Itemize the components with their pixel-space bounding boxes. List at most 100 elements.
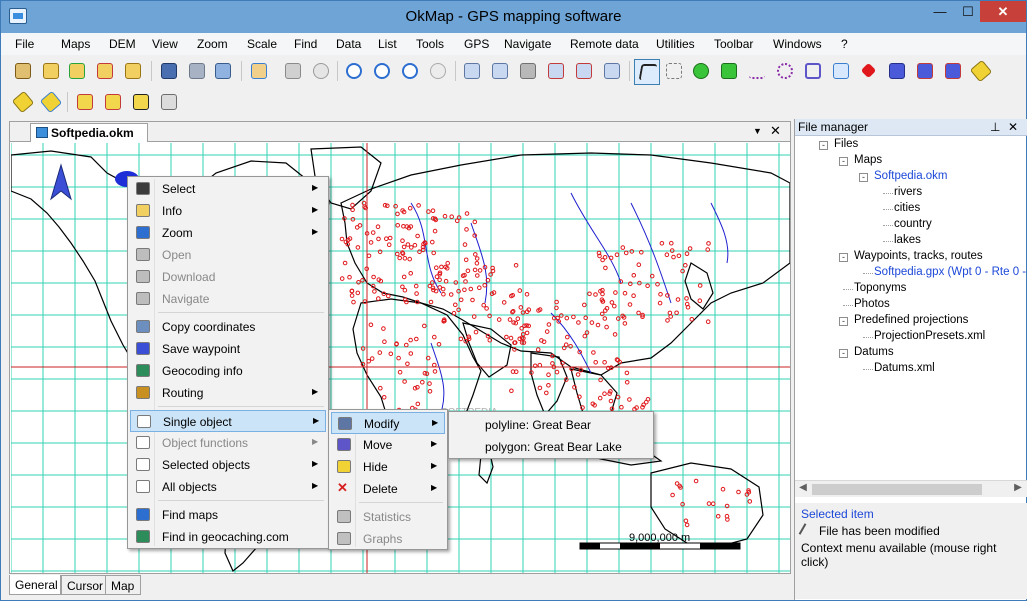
menu-gps[interactable]: GPS — [464, 37, 489, 51]
save-gps-icon[interactable] — [187, 61, 207, 81]
tree-expander-icon[interactable]: - — [839, 253, 848, 262]
menu-item-geocoding-info[interactable]: Geocoding info — [130, 360, 326, 382]
polyline-icon[interactable] — [747, 61, 767, 81]
document-close-icon[interactable]: ✕ — [770, 123, 781, 139]
save-icon[interactable] — [159, 61, 179, 81]
menu-item-move[interactable]: Move ▶ — [331, 434, 445, 456]
modify-item-polygon[interactable]: polygon: Great Bear Lake — [451, 436, 649, 458]
menu-view[interactable]: View — [152, 37, 178, 51]
menu-item-modify[interactable]: Modify ▶ — [331, 412, 445, 434]
zoom-in-icon[interactable] — [344, 61, 364, 81]
gps-send-icon[interactable] — [75, 92, 95, 112]
menu-find[interactable]: Find — [294, 37, 317, 51]
tree-expander-icon[interactable]: - — [839, 157, 848, 166]
tree-node[interactable]: Softpedia.gpx (Wpt 0 - Rte 0 - Trk — [874, 266, 1027, 282]
menu-remote-data[interactable]: Remote data — [570, 37, 639, 51]
menu-file[interactable]: File — [15, 37, 34, 51]
menu-item-object-functions[interactable]: Object functions ▶ — [130, 432, 326, 454]
menu-item-save-waypoint[interactable]: Save waypoint — [130, 338, 326, 360]
tab-map[interactable]: Map — [105, 575, 141, 595]
menu-item-single-object[interactable]: Single object ▶ — [130, 410, 326, 432]
menu-item-delete[interactable]: ✕ Delete ▶ — [331, 478, 445, 500]
menu-item-find-in-geocaching-com[interactable]: Find in geocaching.com — [130, 526, 326, 548]
scroll-left-icon[interactable]: ◀ — [796, 482, 810, 493]
menu-maps[interactable]: Maps — [61, 37, 90, 51]
tree-node[interactable]: country — [894, 218, 932, 234]
gps-receive-icon[interactable] — [103, 92, 123, 112]
tree-node[interactable]: Predefined projections — [854, 314, 968, 330]
tree-node[interactable]: cities — [894, 202, 920, 218]
waypoint-diamond-icon[interactable] — [859, 61, 879, 81]
find-icon[interactable] — [13, 61, 33, 81]
grid-icon[interactable] — [490, 61, 510, 81]
tree-node[interactable]: Toponyms — [854, 282, 906, 298]
minimize-button[interactable]: — — [926, 1, 954, 22]
menu-item-all-objects[interactable]: All objects ▶ — [130, 476, 326, 498]
zoom-1-1-icon[interactable] — [428, 61, 448, 81]
measure-icon[interactable] — [11, 90, 35, 114]
tab-general[interactable]: General — [9, 575, 61, 595]
modify-item-polyline[interactable]: polyline: Great Bear — [451, 414, 649, 436]
magnifier-icon[interactable] — [311, 61, 331, 81]
scrollbar-thumb[interactable] — [812, 484, 982, 495]
tree-node[interactable]: Datums — [854, 346, 894, 362]
grid-edit-icon[interactable] — [462, 61, 482, 81]
menu-item-copy-coordinates[interactable]: Copy coordinates — [130, 316, 326, 338]
tree-expander-icon[interactable]: - — [819, 141, 828, 150]
menu-item-info[interactable]: Info ▶ — [130, 200, 326, 222]
menu-navigate[interactable]: Navigate — [504, 37, 551, 51]
smiley-icon[interactable] — [691, 61, 711, 81]
zoom-window-icon[interactable] — [400, 61, 420, 81]
menu-list[interactable]: List — [378, 37, 397, 51]
tree-node[interactable]: Files — [834, 138, 858, 154]
tree-node[interactable]: rivers — [894, 186, 922, 202]
menu-windows[interactable]: Windows — [773, 37, 822, 51]
pin-icon[interactable]: ⊥ — [990, 120, 1000, 134]
menu-dem[interactable]: DEM — [109, 37, 136, 51]
tab-cursor[interactable]: Cursor — [61, 575, 109, 595]
polygon-icon[interactable] — [775, 61, 795, 81]
tree-expander-icon[interactable]: - — [839, 317, 848, 326]
gps-device-icon[interactable] — [131, 92, 151, 112]
grid-select-icon[interactable] — [546, 61, 566, 81]
open-gps-icon[interactable] — [67, 61, 87, 81]
grid-move-icon[interactable] — [602, 61, 622, 81]
tree-expander-icon[interactable]: - — [839, 349, 848, 358]
open-dem-icon[interactable] — [95, 61, 115, 81]
menu-item-statistics[interactable]: Statistics — [331, 506, 445, 528]
menu-item-download[interactable]: Download — [130, 266, 326, 288]
open-file-icon[interactable] — [123, 61, 143, 81]
tree-node[interactable]: Maps — [854, 154, 882, 170]
tree-node[interactable]: Datums.xml — [874, 362, 935, 378]
document-dropdown-icon[interactable]: ▼ — [753, 126, 762, 136]
open-map-icon[interactable] — [41, 61, 61, 81]
tree-node[interactable]: Photos — [854, 298, 890, 314]
note-icon[interactable] — [719, 61, 739, 81]
menu-toolbar[interactable]: Toolbar — [714, 37, 753, 51]
scroll-right-icon[interactable]: ▶ — [1011, 482, 1025, 493]
track-delete-icon[interactable] — [943, 61, 963, 81]
menu-zoom[interactable]: Zoom — [197, 37, 228, 51]
print-icon[interactable] — [213, 61, 233, 81]
path-tool-icon[interactable] — [831, 61, 851, 81]
tree-expander-icon[interactable]: - — [859, 173, 868, 182]
grid-delete-icon[interactable] — [574, 61, 594, 81]
menu-item-hide[interactable]: Hide ▶ — [331, 456, 445, 478]
menu-item-selected-objects[interactable]: Selected objects ▶ — [130, 454, 326, 476]
select-arrow-icon[interactable] — [634, 59, 660, 85]
menu-item-zoom[interactable]: Zoom ▶ — [130, 222, 326, 244]
menu-help[interactable]: ? — [841, 37, 848, 51]
maximize-button[interactable]: ☐ — [954, 1, 982, 22]
zoom-out-icon[interactable] — [372, 61, 392, 81]
menu-scale[interactable]: Scale — [247, 37, 277, 51]
close-button[interactable]: ✕ — [980, 1, 1026, 22]
menu-item-routing[interactable]: Routing ▶ — [130, 382, 326, 404]
route-icon[interactable] — [887, 61, 907, 81]
horizontal-scrollbar[interactable]: ◀ ▶ — [795, 480, 1027, 497]
track-icon[interactable] — [915, 61, 935, 81]
crosshair-icon[interactable] — [664, 61, 684, 81]
menu-item-find-maps[interactable]: Find maps — [130, 504, 326, 526]
menu-tools[interactable]: Tools — [416, 37, 444, 51]
ruler-icon[interactable] — [969, 59, 993, 83]
file-manager-close-icon[interactable]: ✕ — [1008, 120, 1018, 134]
